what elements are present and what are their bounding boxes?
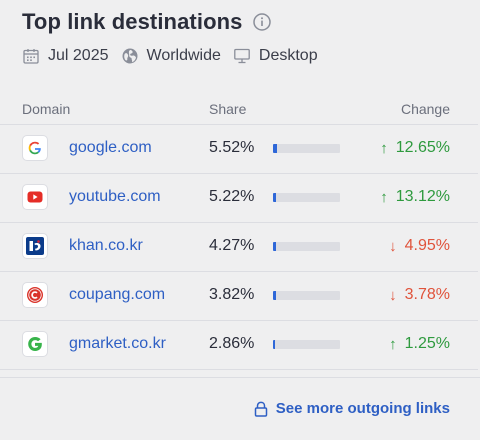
change-percent: 12.65% bbox=[395, 139, 450, 156]
domain-link[interactable]: gmarket.co.kr bbox=[69, 335, 166, 353]
globe-icon bbox=[122, 48, 137, 64]
table-row: google.com 5.52% ↑ 12.65% bbox=[0, 124, 478, 173]
date-filter[interactable]: Jul 2025 bbox=[22, 47, 109, 65]
arrow-down-icon: ↓ bbox=[389, 237, 397, 255]
share-bar-fill bbox=[273, 193, 277, 202]
change-percent: 1.25% bbox=[404, 335, 450, 352]
device-label: Desktop bbox=[258, 47, 318, 64]
share-bar bbox=[273, 144, 340, 153]
lock-icon bbox=[254, 401, 268, 417]
share-bar bbox=[273, 193, 340, 202]
share-bar-fill bbox=[273, 291, 276, 300]
date-label: Jul 2025 bbox=[48, 47, 109, 64]
region-filter[interactable]: Worldwide bbox=[121, 47, 221, 65]
column-header-share[interactable]: Share bbox=[209, 101, 246, 117]
desktop-icon bbox=[234, 48, 250, 64]
share-bar bbox=[273, 340, 340, 349]
domain-link[interactable]: khan.co.kr bbox=[69, 237, 143, 255]
domain-link[interactable]: coupang.com bbox=[69, 286, 165, 304]
calendar-icon bbox=[23, 49, 39, 64]
share-bar bbox=[273, 291, 340, 300]
share-value: 5.52% bbox=[209, 139, 255, 156]
see-more-outgoing-links-button[interactable]: See more outgoing links bbox=[254, 400, 450, 417]
region-label: Worldwide bbox=[146, 47, 221, 64]
destinations-table: google.com 5.52% ↑ 12.65% youtube.com 5.2… bbox=[0, 124, 478, 370]
widget-title: Top link destinations bbox=[22, 9, 243, 34]
change-value: ↑ 13.12% bbox=[380, 188, 450, 206]
change-value: ↑ 12.65% bbox=[380, 139, 450, 157]
info-icon[interactable] bbox=[253, 13, 272, 31]
change-percent: 3.78% bbox=[404, 286, 450, 303]
device-filter[interactable]: Desktop bbox=[233, 47, 318, 65]
coupang-icon bbox=[22, 282, 48, 308]
domain-link[interactable]: google.com bbox=[69, 139, 152, 157]
arrow-up-icon: ↑ bbox=[380, 139, 388, 157]
share-value: 3.82% bbox=[209, 286, 255, 303]
arrow-up-icon: ↑ bbox=[389, 335, 397, 353]
change-value: ↑ 1.25% bbox=[389, 335, 450, 353]
gmarket-icon bbox=[22, 331, 48, 357]
arrow-down-icon: ↓ bbox=[389, 286, 397, 304]
table-row: khan.co.kr 4.27% ↓ 4.95% bbox=[0, 222, 478, 271]
khan-icon bbox=[22, 233, 48, 259]
top-link-destinations-card: Top link destinations Jul 2025 Worldwide… bbox=[0, 0, 480, 440]
table-row: youtube.com 5.22% ↑ 13.12% bbox=[0, 173, 478, 222]
change-value: ↓ 3.78% bbox=[389, 286, 450, 304]
change-percent: 13.12% bbox=[395, 188, 450, 205]
table-row: gmarket.co.kr 2.86% ↑ 1.25% bbox=[0, 320, 478, 370]
share-value: 5.22% bbox=[209, 188, 255, 205]
arrow-up-icon: ↑ bbox=[380, 188, 388, 206]
title-row: Top link destinations bbox=[22, 9, 272, 35]
footer-divider bbox=[0, 377, 480, 378]
column-header-domain[interactable]: Domain bbox=[22, 101, 70, 117]
table-row: coupang.com 3.82% ↓ 3.78% bbox=[0, 271, 478, 320]
filter-meta-row: Jul 2025 Worldwide Desktop bbox=[22, 47, 330, 65]
share-bar bbox=[273, 242, 340, 251]
youtube-icon bbox=[22, 184, 48, 210]
column-header-change[interactable]: Change bbox=[401, 101, 450, 117]
share-value: 2.86% bbox=[209, 335, 255, 352]
change-value: ↓ 4.95% bbox=[389, 237, 450, 255]
share-value: 4.27% bbox=[209, 237, 255, 254]
share-bar-fill bbox=[273, 340, 275, 349]
share-bar-fill bbox=[273, 242, 276, 251]
domain-link[interactable]: youtube.com bbox=[69, 188, 161, 206]
google-icon bbox=[22, 135, 48, 161]
change-percent: 4.95% bbox=[404, 237, 450, 254]
share-bar-fill bbox=[273, 144, 277, 153]
see-more-label: See more outgoing links bbox=[275, 400, 450, 417]
